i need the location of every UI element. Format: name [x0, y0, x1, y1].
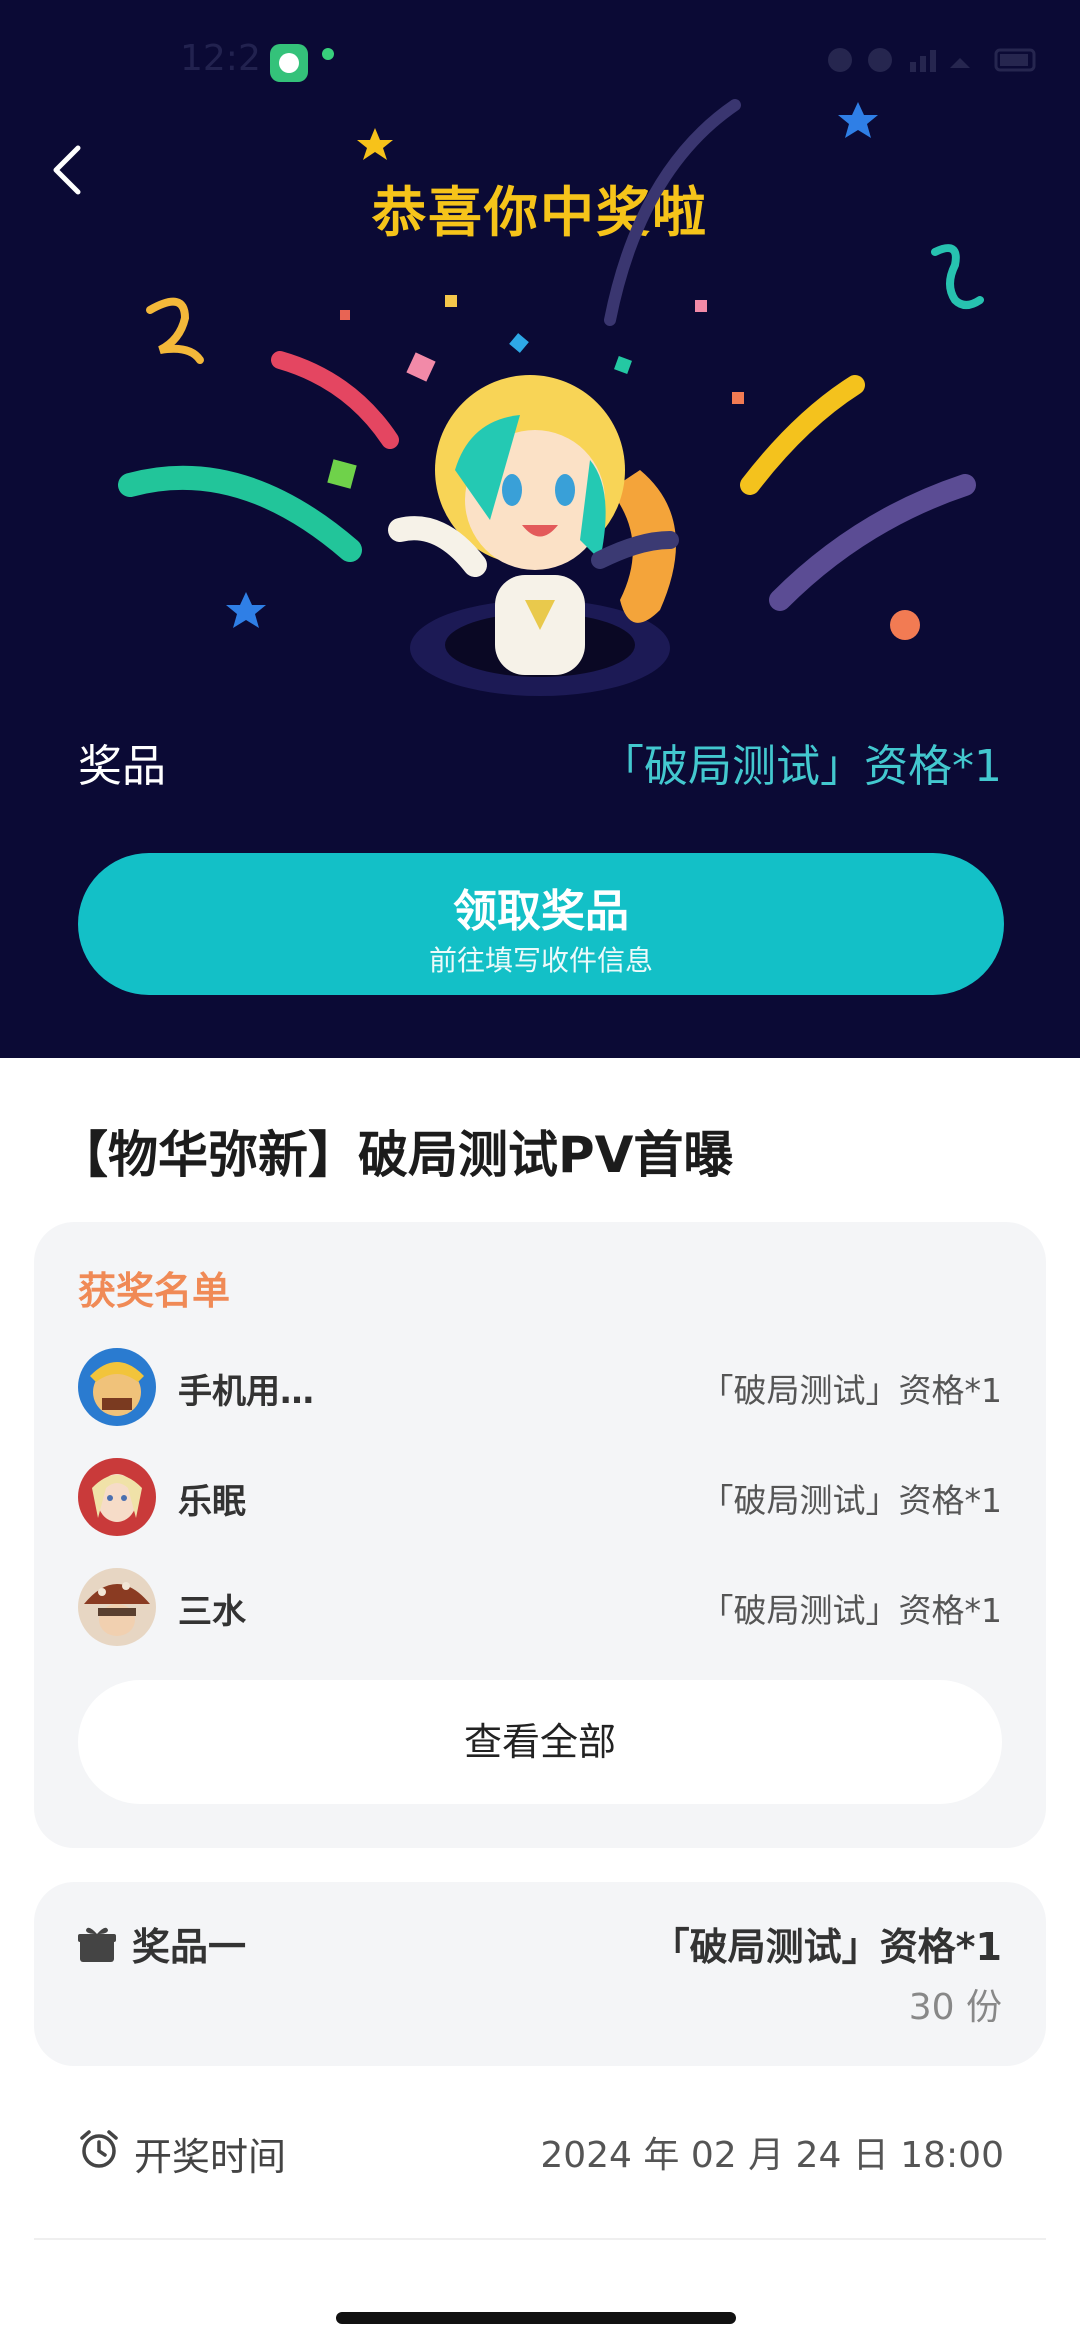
gift-icon: [78, 1927, 116, 1962]
view-all-button[interactable]: 查看全部: [78, 1680, 1002, 1804]
prize-detail-card: 奖品一 「破局测试」资格*1 30 份: [34, 1882, 1046, 2066]
winner-prize: 「破局测试」资格*1: [700, 1371, 1003, 1410]
prize-detail-count: 30 份: [908, 1987, 1002, 2028]
winner-name: 三水: [178, 1592, 246, 1632]
event-title: 【物华弥新】破局测试PV首曝: [58, 1126, 734, 1184]
claim-prize-sub: 前往填写收件信息: [428, 944, 653, 977]
winners-title: 获奖名单: [78, 1269, 231, 1313]
claim-prize-button[interactable]: 领取奖品 前往填写收件信息: [78, 853, 1004, 995]
avatar: [78, 1568, 156, 1646]
claim-prize-label: 领取奖品: [453, 886, 629, 937]
winner-row: 三水 「破局测试」资格*1: [78, 1568, 1002, 1648]
hero-section: 12:2 恭喜你中奖啦 奖品 「破局测试」资格*1 领取奖品 前往填写收件信息: [0, 0, 1080, 1058]
winners-card: 获奖名单 手机用… 「破局测试」资格*1 乐眠 「破局测试」资格*1 三水 「破…: [34, 1222, 1046, 1848]
prize-detail-label: 奖品一: [132, 1925, 247, 1969]
draw-time-value: 2024 年 02 月 24 日 18:00: [540, 2135, 1004, 2176]
home-indicator[interactable]: [336, 2312, 736, 2324]
alarm-clock-icon: [80, 2130, 118, 2168]
winner-row: 手机用… 「破局测试」资格*1: [78, 1348, 1002, 1428]
draw-time-row: 开奖时间 2024 年 02 月 24 日 18:00: [78, 2122, 1004, 2182]
winner-prize: 「破局测试」资格*1: [700, 1481, 1003, 1520]
winner-name: 手机用…: [178, 1372, 314, 1412]
winner-name: 乐眠: [178, 1482, 246, 1522]
avatar: [78, 1458, 156, 1536]
winner-prize: 「破局测试」资格*1: [700, 1591, 1003, 1630]
draw-time-label: 开奖时间: [134, 2135, 287, 2179]
winner-row: 乐眠 「破局测试」资格*1: [78, 1458, 1002, 1538]
prize-detail-value: 「破局测试」资格*1: [651, 1925, 1002, 1969]
avatar: [78, 1348, 156, 1426]
prize-label: 奖品: [78, 741, 166, 792]
divider: [34, 2238, 1046, 2240]
prize-value: 「破局测试」资格*1: [600, 741, 1002, 792]
